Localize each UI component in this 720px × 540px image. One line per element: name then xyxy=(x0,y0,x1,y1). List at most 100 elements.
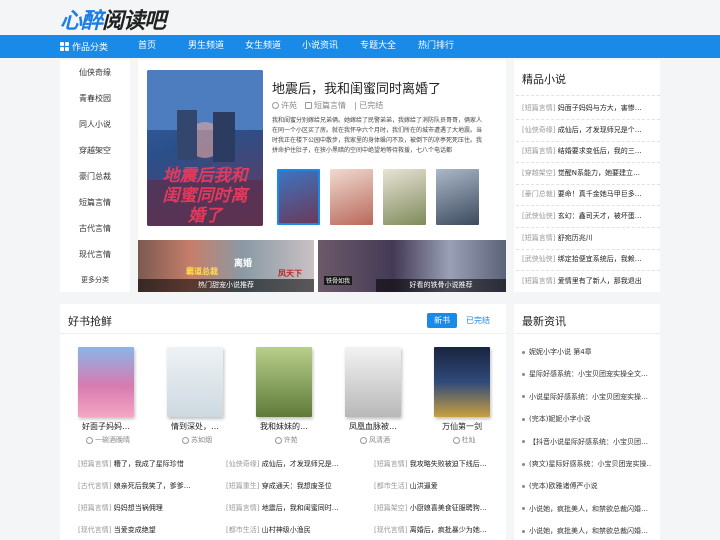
news-item[interactable]: 【抖音小说星际好感系统：小宝贝团… xyxy=(522,437,652,447)
nav-item-female[interactable]: 女生频道 xyxy=(245,35,281,58)
sidebar-item-ancient[interactable]: 古代言情 xyxy=(60,223,130,234)
news-item[interactable]: 小说她，疯批美人，和禁欲总裁闪婚… xyxy=(522,526,652,536)
featured-text[interactable]: 结婚要求变低后，我的三… xyxy=(558,147,642,155)
book-author: 苏如烟 xyxy=(167,435,227,445)
news-item[interactable]: (完本)妮妮小字小说 xyxy=(522,414,652,424)
list-item-text[interactable]: 当爱变成绝望 xyxy=(114,526,156,534)
book-cover[interactable] xyxy=(434,347,490,417)
nav-item-topics[interactable]: 专题大全 xyxy=(360,35,396,58)
banner-sweet-romance[interactable]: 霸道总裁 离婚 凤天下 热门甜宠小说推荐 xyxy=(138,240,314,292)
list-item[interactable]: [短篇言情] 地震后，我和闺蜜同时… xyxy=(226,503,366,513)
featured-item[interactable]: [武侠仙侠] 绑定拾便宜系统后，我赖… xyxy=(522,254,652,264)
hero-thumb-4[interactable] xyxy=(436,169,479,225)
featured-item[interactable]: [穿越架空] 觉醒N系能力，她要建立… xyxy=(522,168,652,178)
sidebar-item-short[interactable]: 短篇言情 xyxy=(60,197,130,208)
list-item[interactable]: [都市生活] 山村神级小渔民 xyxy=(226,525,366,535)
featured-item[interactable]: [短篇言情] 结婚要求变低后，我的三… xyxy=(522,146,652,156)
book-title[interactable]: 好面子妈妈… xyxy=(74,421,138,432)
book-title[interactable]: 凤凰血脉被… xyxy=(341,421,405,432)
featured-text[interactable]: 妈面子妈妈与方大，害惨… xyxy=(558,104,642,112)
book-cover[interactable] xyxy=(345,347,401,417)
hero-title[interactable]: 地震后，我和闺蜜同时离婚了 xyxy=(272,78,441,97)
book-title[interactable]: 我和妹妹的… xyxy=(252,421,316,432)
news-item[interactable]: (完本)欧雅诸傅严小说 xyxy=(522,481,652,491)
featured-title: 精品小说 xyxy=(522,73,566,86)
hero-thumb-3[interactable] xyxy=(383,169,426,225)
featured-item[interactable]: [仙侠奇缘] 成仙后，才发现师兄是个… xyxy=(522,125,652,135)
featured-item[interactable]: [武侠仙侠] 玄幻：鑫司天才，被坏蛋… xyxy=(522,211,652,221)
sidebar-item-ceo[interactable]: 豪门总裁 xyxy=(60,171,130,182)
news-item[interactable]: 星际好感系统：小宝贝团宠实操全文… xyxy=(522,369,652,379)
featured-text[interactable]: 绑定拾便宜系统后，我赖… xyxy=(558,255,642,263)
hero-cover-image[interactable]: 地震后我和闺蜜同时离婚了 xyxy=(147,70,263,226)
list-item-text[interactable]: 妈妈想当祸佣理 xyxy=(114,504,163,512)
featured-text[interactable]: 觉醒N系能力，她要建立… xyxy=(558,169,640,177)
book-title[interactable]: 情到深处，… xyxy=(163,421,227,432)
list-item[interactable]: [仙侠奇缘] 成仙后，才发现师兄是… xyxy=(226,459,366,469)
nav-item-news[interactable]: 小说资讯 xyxy=(302,35,338,58)
book-title[interactable]: 万仙第一剑 xyxy=(430,421,494,432)
list-item-text[interactable]: 山村神级小渔民 xyxy=(262,526,311,534)
sidebar-item-more[interactable]: 更多分类 xyxy=(60,275,130,285)
book-card[interactable]: 好面子妈妈… 一碗酒晚晴 xyxy=(78,347,138,445)
featured-text[interactable]: 舒宛历兆川 xyxy=(558,234,593,242)
list-item[interactable]: [现代言情] 当爱变成绝望 xyxy=(78,525,218,535)
nav-item-ranking[interactable]: 热门排行 xyxy=(418,35,454,58)
news-item[interactable]: (爽文)星际好感系统：小宝贝团宠实操… xyxy=(522,459,652,469)
list-item-text[interactable]: 娘亲死后我笑了，爹爹… xyxy=(114,482,191,490)
featured-text[interactable]: 成仙后，才发现师兄是个… xyxy=(558,126,642,134)
sidebar-item-campus[interactable]: 青春校园 xyxy=(60,93,130,104)
tab-completed[interactable]: 已完结 xyxy=(459,313,497,328)
featured-item[interactable]: [短篇言情] 妈面子妈妈与方大，害惨… xyxy=(522,103,652,113)
list-item-text[interactable]: 我攻略失败被迫下线后… xyxy=(410,460,487,468)
nav-item-male[interactable]: 男生频道 xyxy=(188,35,224,58)
list-item-text[interactable]: 离婚后，疯批暴少为她… xyxy=(410,526,487,534)
list-item[interactable]: [短篇架空] 小厨娘喜美食征服聘狗… xyxy=(374,503,514,513)
list-item-text[interactable]: 糟了，我成了星际珍惜 xyxy=(114,460,184,468)
sidebar-item-fanfic[interactable]: 同人小说 xyxy=(60,119,130,130)
featured-item[interactable]: [短篇言情] 爱情里有了新人，那我退出 xyxy=(522,276,652,286)
nav-item-home[interactable]: 首页 xyxy=(138,35,156,58)
news-item[interactable]: 小说她，疯批美人，和禁欲总裁闪婚… xyxy=(522,504,652,514)
list-item[interactable]: [短篇言情] 糟了，我成了星际珍惜 xyxy=(78,459,218,469)
list-item[interactable]: [短篇言情] 妈妈想当祸佣理 xyxy=(78,503,218,513)
list-item[interactable]: [短篇言情] 我攻略失败被迫下线后… xyxy=(374,459,514,469)
book-cover[interactable] xyxy=(256,347,312,417)
list-item[interactable]: [现代言情] 离婚后，疯批暴少为她… xyxy=(374,525,514,535)
site-logo[interactable]: 心醉 阅读吧 xyxy=(60,4,166,34)
list-item-text[interactable]: 山洪逼爱 xyxy=(410,482,438,490)
nav-category-menu[interactable]: 作品分类 xyxy=(60,35,130,58)
book-card[interactable]: 我和妹妹的… 许苑 xyxy=(256,347,316,445)
sidebar-item-modern[interactable]: 现代言情 xyxy=(60,249,130,260)
banner-label-b: 离婚 xyxy=(234,259,253,269)
list-item[interactable]: [短篇重生] 穿成通天：我想废圣位 xyxy=(226,481,366,491)
sidebar-item-timetravel[interactable]: 穿越架空 xyxy=(60,145,130,156)
list-item-text[interactable]: 穿成通天：我想废圣位 xyxy=(262,482,332,490)
news-item[interactable]: 小说星际好感系统：小宝贝团宠实操… xyxy=(522,392,652,402)
list-item-text[interactable]: 小厨娘喜美食征服聘狗… xyxy=(410,504,487,512)
main-nav: 作品分类 首页 男生频道 女生频道 小说资讯 专题大全 热门排行 xyxy=(0,35,720,58)
news-item[interactable]: 妮妮小字小说 第4章 xyxy=(522,347,652,357)
banner-strong-bones[interactable]: 铁骨如我 好看的铁骨小说推荐 xyxy=(318,240,506,292)
hero-category[interactable]: 短篇言情 xyxy=(314,101,346,110)
book-card[interactable]: 情到深处，… 苏如烟 xyxy=(167,347,227,445)
featured-item[interactable]: [短篇言情] 舒宛历兆川 xyxy=(522,233,652,243)
list-item[interactable]: [古代言情] 娘亲死后我笑了，爹爹… xyxy=(78,481,218,491)
list-item-text[interactable]: 成仙后，才发现师兄是… xyxy=(262,460,339,468)
hero-thumb-1[interactable] xyxy=(277,169,320,225)
list-item-tag: [短篇言情] xyxy=(374,460,408,468)
book-cover[interactable] xyxy=(78,347,134,417)
book-card[interactable]: 万仙第一剑 杜灿 xyxy=(434,347,494,445)
list-item[interactable]: [都市生活] 山洪逼爱 xyxy=(374,481,514,491)
book-cover[interactable] xyxy=(167,347,223,417)
book-card[interactable]: 凤凰血脉被… 风清酒 xyxy=(345,347,405,445)
list-item-text[interactable]: 地震后，我和闺蜜同时… xyxy=(262,504,339,512)
featured-text[interactable]: 要命！真千金她马甲巨多… xyxy=(558,190,642,198)
featured-item[interactable]: [豪门总裁] 要命！真千金她马甲巨多… xyxy=(522,189,652,199)
sidebar-item-xianxia[interactable]: 仙侠奇缘 xyxy=(60,67,130,78)
tab-new[interactable]: 新书 xyxy=(427,313,457,328)
featured-text[interactable]: 爱情里有了新人，那我退出 xyxy=(558,277,642,285)
hero-thumb-2[interactable] xyxy=(330,169,373,225)
hero-author[interactable]: 许苑 xyxy=(281,101,297,110)
featured-text[interactable]: 玄幻：鑫司天才，被坏蛋… xyxy=(558,212,642,220)
